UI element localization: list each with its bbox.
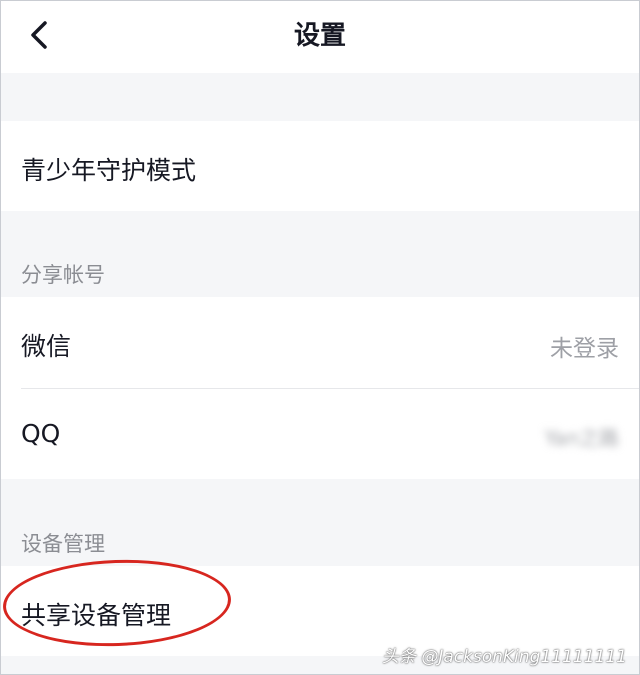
shared-devices-label: 共享设备管理 (21, 601, 172, 630)
watermark: 头条 @JacksonKing11111111 (381, 647, 627, 667)
navigation-bar: 设置 (1, 1, 639, 73)
qq-label: QQ (21, 419, 61, 448)
teen-mode-row[interactable]: 青少年守护模式 (1, 121, 639, 211)
teen-mode-label: 青少年守护模式 (21, 156, 197, 185)
qq-row[interactable]: QQ Yan之路 (1, 389, 639, 479)
qq-account-name: Yan之路 (544, 426, 619, 450)
wechat-status: 未登录 (550, 336, 619, 362)
page-title: 设置 (293, 21, 346, 51)
wechat-row[interactable]: 微信 未登录 (1, 297, 639, 389)
section-header-share-accounts: 分享帐号 (21, 263, 105, 287)
wechat-label: 微信 (21, 332, 72, 361)
section-header-device-management: 设备管理 (21, 532, 105, 556)
